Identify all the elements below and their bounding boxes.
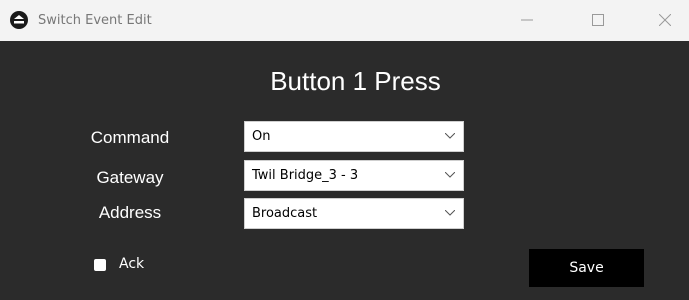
minimize-button[interactable] [504, 0, 550, 41]
maximize-button[interactable] [575, 0, 621, 41]
gateway-select[interactable]: Twil Bridge_3 - 3 [244, 160, 464, 191]
close-icon [659, 14, 671, 26]
address-select[interactable]: Broadcast [244, 198, 464, 229]
ack-checkbox-label: Ack [119, 256, 145, 272]
save-button[interactable]: Save [529, 249, 644, 287]
title-bar[interactable]: Switch Event Edit [0, 0, 689, 41]
event-heading: Button 1 Press [270, 66, 441, 96]
chevron-down-icon [445, 172, 455, 178]
gateway-select-value: Twil Bridge_3 - 3 [252, 168, 359, 183]
address-select-value: Broadcast [252, 206, 318, 221]
gateway-label: Gateway [96, 168, 164, 187]
ack-checkbox-box[interactable] [94, 259, 106, 271]
chevron-down-icon [445, 210, 455, 216]
chevron-down-icon [445, 133, 455, 139]
maximize-icon [592, 14, 604, 26]
address-label: Address [98, 203, 162, 222]
command-select[interactable]: On [244, 121, 464, 152]
minimize-icon [521, 19, 533, 21]
command-select-value: On [252, 129, 271, 144]
command-label: Command [90, 128, 170, 147]
window-title: Switch Event Edit [38, 13, 152, 28]
close-button[interactable] [642, 0, 688, 41]
app-icon [10, 11, 28, 29]
switch-event-edit-window: Switch Event Edit Button 1 Press Command… [0, 0, 689, 300]
